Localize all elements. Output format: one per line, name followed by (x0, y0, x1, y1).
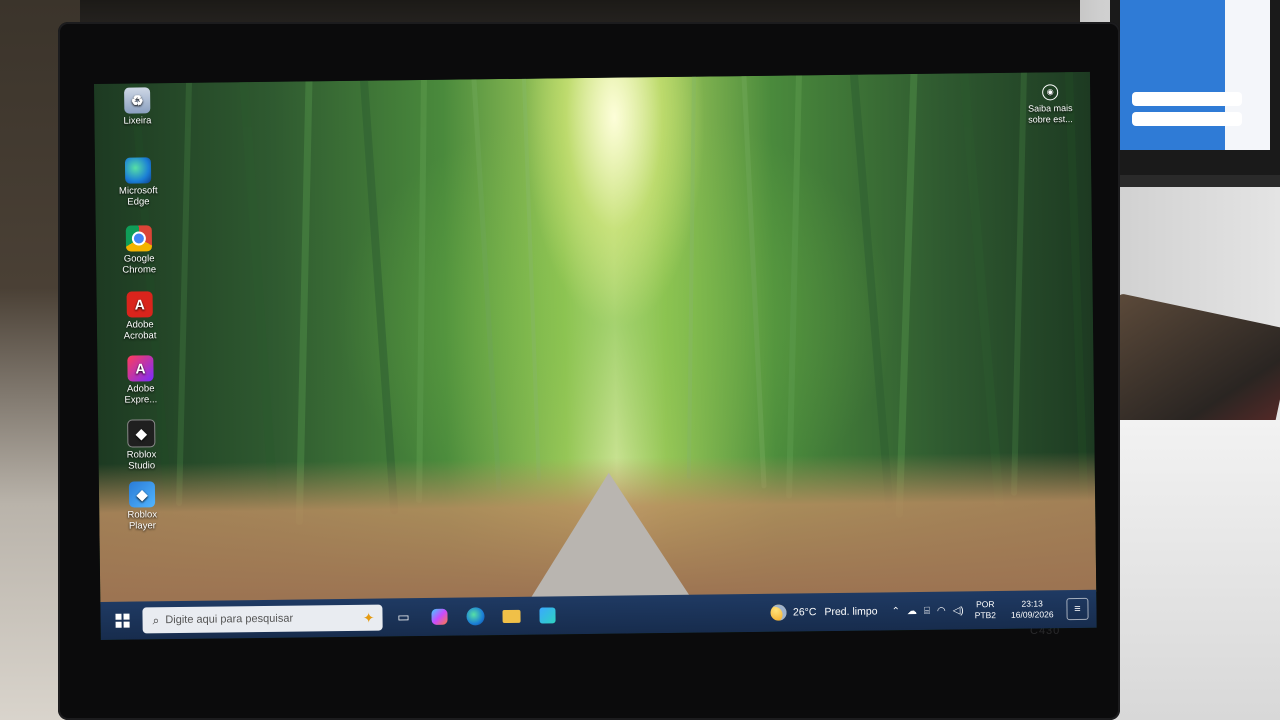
copilot-icon (431, 608, 448, 625)
desktop-icon-label: Lixeira (123, 115, 152, 127)
taskbar-search[interactable]: ⌕ Digite aqui para pesquisar ✦ (142, 604, 383, 634)
language-line2: PTB2 (974, 610, 997, 621)
desktop-icon-adobe-express[interactable]: A Adobe Expre... (105, 355, 176, 406)
desktop-icon-label: Adobe Expre... (124, 383, 158, 406)
file-explorer-button[interactable] (496, 601, 526, 631)
task-view-icon[interactable]: ▭ (388, 602, 418, 632)
microsoft-store-icon (539, 607, 556, 624)
edge-taskbar-button[interactable] (460, 601, 490, 631)
windows-logo-icon (115, 613, 130, 628)
spotlight-widget[interactable]: ◉ Saiba mais sobre est... (1020, 84, 1080, 125)
recycle-bin-icon: ♻ (124, 87, 151, 114)
search-icon: ⌕ (152, 612, 160, 627)
desktop-screen: ♻ Lixeira Microsoft Edge Google Chrome A… (94, 71, 1097, 640)
chevron-up-icon[interactable]: ⌃ (891, 606, 900, 617)
weather-desc: Pred. limpo (824, 605, 878, 619)
clock-time: 23:13 (1021, 598, 1043, 609)
desktop-icon-roblox-player[interactable]: ◆ Roblox Player (107, 481, 178, 532)
roblox-studio-icon: ◆ (127, 419, 156, 448)
desktop-icon-label: Roblox Player (127, 509, 158, 532)
store-button[interactable] (532, 600, 562, 630)
adobe-express-icon: A (127, 355, 154, 382)
desktop-icons: ♻ Lixeira Microsoft Edge Google Chrome A… (102, 87, 182, 532)
side-monitor-button (1132, 112, 1242, 126)
copilot-spark-icon: ✦ (362, 609, 375, 626)
volume-icon[interactable]: ◁) (953, 605, 964, 616)
language-line1: POR (975, 599, 995, 610)
copilot-button[interactable] (424, 602, 454, 632)
side-monitor (1110, 0, 1280, 187)
side-monitor-button (1132, 92, 1242, 106)
weather-temp: 26°C (792, 606, 817, 619)
start-button[interactable] (106, 604, 138, 636)
edge-icon (124, 157, 152, 184)
acrobat-icon: A (126, 291, 153, 318)
weather-widget[interactable]: 26°C Pred. limpo (770, 603, 878, 621)
spotlight-label: Saiba mais sobre est... (1028, 103, 1073, 125)
weather-icon (770, 604, 788, 621)
desktop-icon-label: Roblox Studio (126, 449, 157, 472)
language-indicator[interactable]: POR PTB2 (975, 599, 997, 621)
camera-icon: ◉ (1042, 84, 1059, 101)
search-placeholder: Digite aqui para pesquisar (165, 612, 294, 627)
roblox-player-icon: ◆ (128, 481, 156, 508)
desktop-icon-label: Adobe Acrobat (123, 319, 157, 342)
notification-icon[interactable]: ≡ (1066, 597, 1089, 621)
wifi-icon[interactable]: ◠ (937, 605, 946, 616)
clock-date: 16/09/2026 (1010, 609, 1054, 620)
desktop-icon-label: Google Chrome (122, 253, 157, 276)
onedrive-icon[interactable]: ☁ (907, 605, 917, 616)
network-icon[interactable]: ⌸ (924, 605, 930, 616)
desktop-icon-acrobat[interactable]: A Adobe Acrobat (105, 291, 176, 342)
desktop-icon-chrome[interactable]: Google Chrome (104, 225, 175, 276)
desktop-icon-label: Microsoft Edge (118, 185, 158, 208)
desk-surface (1095, 420, 1280, 720)
file-explorer-icon (502, 609, 521, 623)
system-tray: ⌃ ☁ ⌸ ◠ ◁) POR PTB2 23:13 16/09/2026 ≡ (891, 597, 1096, 623)
edge-icon (466, 607, 485, 626)
chrome-icon (125, 225, 153, 252)
side-monitor-screen (1120, 0, 1270, 150)
desktop-icon-roblox-studio[interactable]: ◆ Roblox Studio (106, 419, 177, 472)
desktop-icon-edge[interactable]: Microsoft Edge (103, 157, 174, 208)
clock[interactable]: 23:13 16/09/2026 (1011, 598, 1054, 621)
desktop-icon-recycle-bin[interactable]: ♻ Lixeira (102, 87, 172, 127)
wallpaper-path (528, 471, 691, 599)
